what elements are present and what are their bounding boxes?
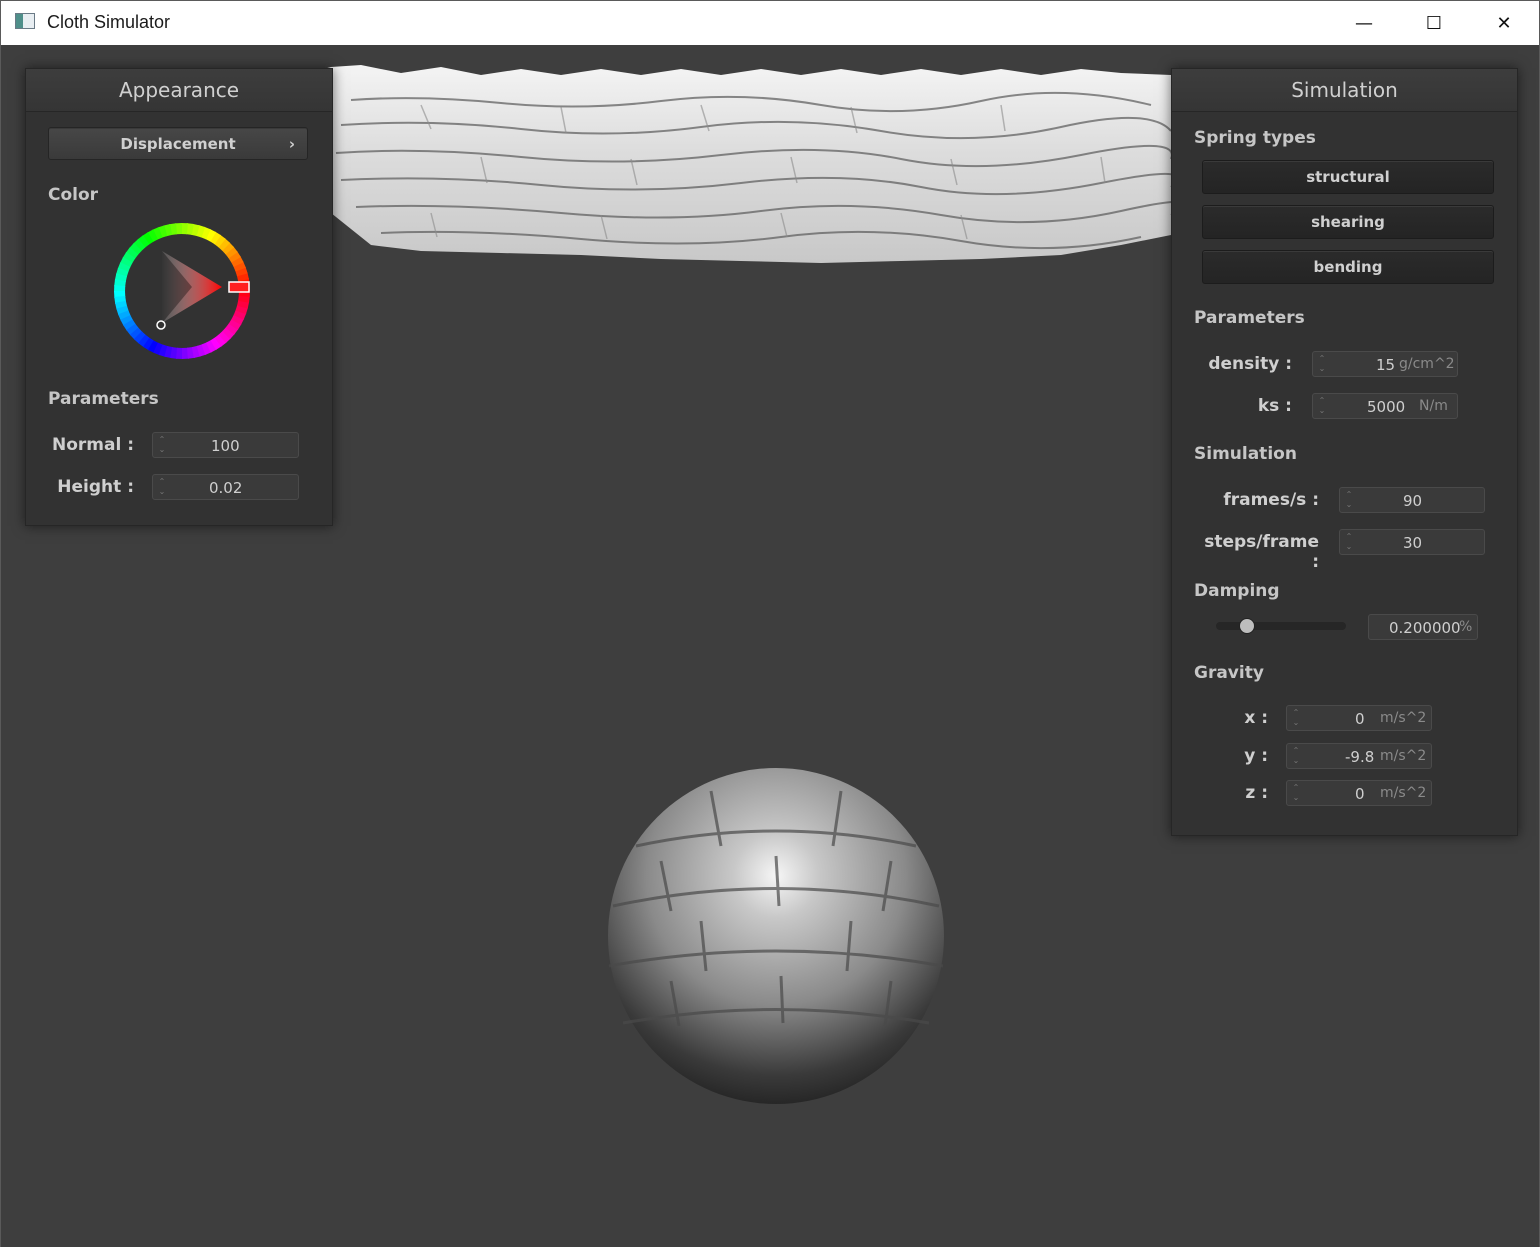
damping-slider-handle[interactable] xyxy=(1238,618,1255,634)
simulation-panel-title[interactable]: Simulation xyxy=(1172,69,1517,112)
bending-toggle-button[interactable]: bending xyxy=(1202,250,1494,284)
close-icon: ✕ xyxy=(1496,12,1512,34)
density-label: density : xyxy=(1208,354,1292,374)
hue-selector-handle[interactable] xyxy=(228,281,250,293)
maximize-button[interactable]: ☐ xyxy=(1399,1,1469,45)
spinner-arrows-icon[interactable]: ⌃ ⌄ xyxy=(1317,396,1327,416)
damping-slider[interactable] xyxy=(1216,618,1346,634)
minimize-button[interactable]: — xyxy=(1329,1,1399,45)
app-window-icon xyxy=(15,13,35,29)
gravity-y-input[interactable]: ⌃ ⌄ -9.8 m/s^2 xyxy=(1286,743,1432,769)
simulation-panel: Simulation Spring types structural shear… xyxy=(1171,68,1518,836)
spinner-arrows-icon[interactable]: ⌃ ⌄ xyxy=(1291,746,1301,766)
color-wheel-picker[interactable] xyxy=(112,221,252,361)
appearance-panel-title[interactable]: Appearance xyxy=(26,69,332,112)
shader-dropdown-button[interactable]: Displacement › xyxy=(48,127,308,160)
gravity-x-label: x : xyxy=(1244,708,1268,728)
color-section-label: Color xyxy=(48,185,99,205)
window-title: Cloth Simulator xyxy=(47,12,171,32)
spinner-arrows-icon[interactable]: ⌃ ⌄ xyxy=(1291,708,1301,728)
spinner-arrows-icon[interactable]: ⌃ ⌄ xyxy=(1291,783,1301,803)
simulation-parameters-label: Parameters xyxy=(1194,308,1305,328)
gravity-y-label: y : xyxy=(1244,746,1268,766)
simulation-section-label: Simulation xyxy=(1194,444,1297,464)
minimize-icon: — xyxy=(1355,12,1373,34)
steps-per-frame-input[interactable]: ⌃ ⌄ 30 xyxy=(1339,529,1485,555)
spinner-arrows-icon[interactable]: ⌃ ⌄ xyxy=(157,435,167,455)
shearing-toggle-button[interactable]: shearing xyxy=(1202,205,1494,239)
maximize-icon: ☐ xyxy=(1425,12,1443,34)
appearance-panel: Appearance Displacement › Color Paramete… xyxy=(25,68,333,526)
steps-per-frame-label: steps/frame : xyxy=(1204,532,1319,572)
app-window: Cloth Simulator — ☐ ✕ Appearance Displac… xyxy=(0,0,1540,1247)
density-input[interactable]: ⌃ ⌄ 15 g/cm^2 xyxy=(1312,351,1458,377)
damping-label: Damping xyxy=(1194,581,1280,601)
frames-per-second-label: frames/s : xyxy=(1223,490,1319,510)
spinner-arrows-icon[interactable]: ⌃ ⌄ xyxy=(157,477,167,497)
height-label: Height : xyxy=(57,477,134,497)
title-bar[interactable]: Cloth Simulator — ☐ ✕ xyxy=(1,1,1539,45)
frames-per-second-input[interactable]: ⌃ ⌄ 90 xyxy=(1339,487,1485,513)
appearance-parameters-label: Parameters xyxy=(48,389,159,409)
chevron-right-icon: › xyxy=(288,135,295,153)
ks-input[interactable]: ⌃ ⌄ 5000 N/m xyxy=(1312,393,1458,419)
collision-sphere xyxy=(608,768,944,1104)
gravity-z-label: z : xyxy=(1245,783,1268,803)
close-button[interactable]: ✕ xyxy=(1469,1,1539,45)
color-selector-handle[interactable] xyxy=(156,320,166,330)
ks-label: ks : xyxy=(1257,396,1292,416)
normal-input[interactable]: ⌃ ⌄ 100 xyxy=(152,432,299,458)
gravity-label: Gravity xyxy=(1194,663,1264,683)
gravity-z-input[interactable]: ⌃ ⌄ 0 m/s^2 xyxy=(1286,780,1432,806)
3d-viewport[interactable]: Appearance Displacement › Color Paramete… xyxy=(1,45,1539,1247)
spinner-arrows-icon[interactable]: ⌃ ⌄ xyxy=(1317,354,1327,374)
spinner-arrows-icon[interactable]: ⌃ ⌄ xyxy=(1344,490,1354,510)
gravity-x-input[interactable]: ⌃ ⌄ 0 m/s^2 xyxy=(1286,705,1432,731)
spinner-arrows-icon[interactable]: ⌃ ⌄ xyxy=(1344,532,1354,552)
shader-dropdown-label: Displacement xyxy=(120,135,236,153)
height-input[interactable]: ⌃ ⌄ 0.02 xyxy=(152,474,299,500)
structural-toggle-button[interactable]: structural xyxy=(1202,160,1494,194)
normal-label: Normal : xyxy=(51,435,134,455)
damping-value-box[interactable]: 0.200000 % xyxy=(1368,614,1478,640)
spring-types-label: Spring types xyxy=(1194,128,1316,148)
